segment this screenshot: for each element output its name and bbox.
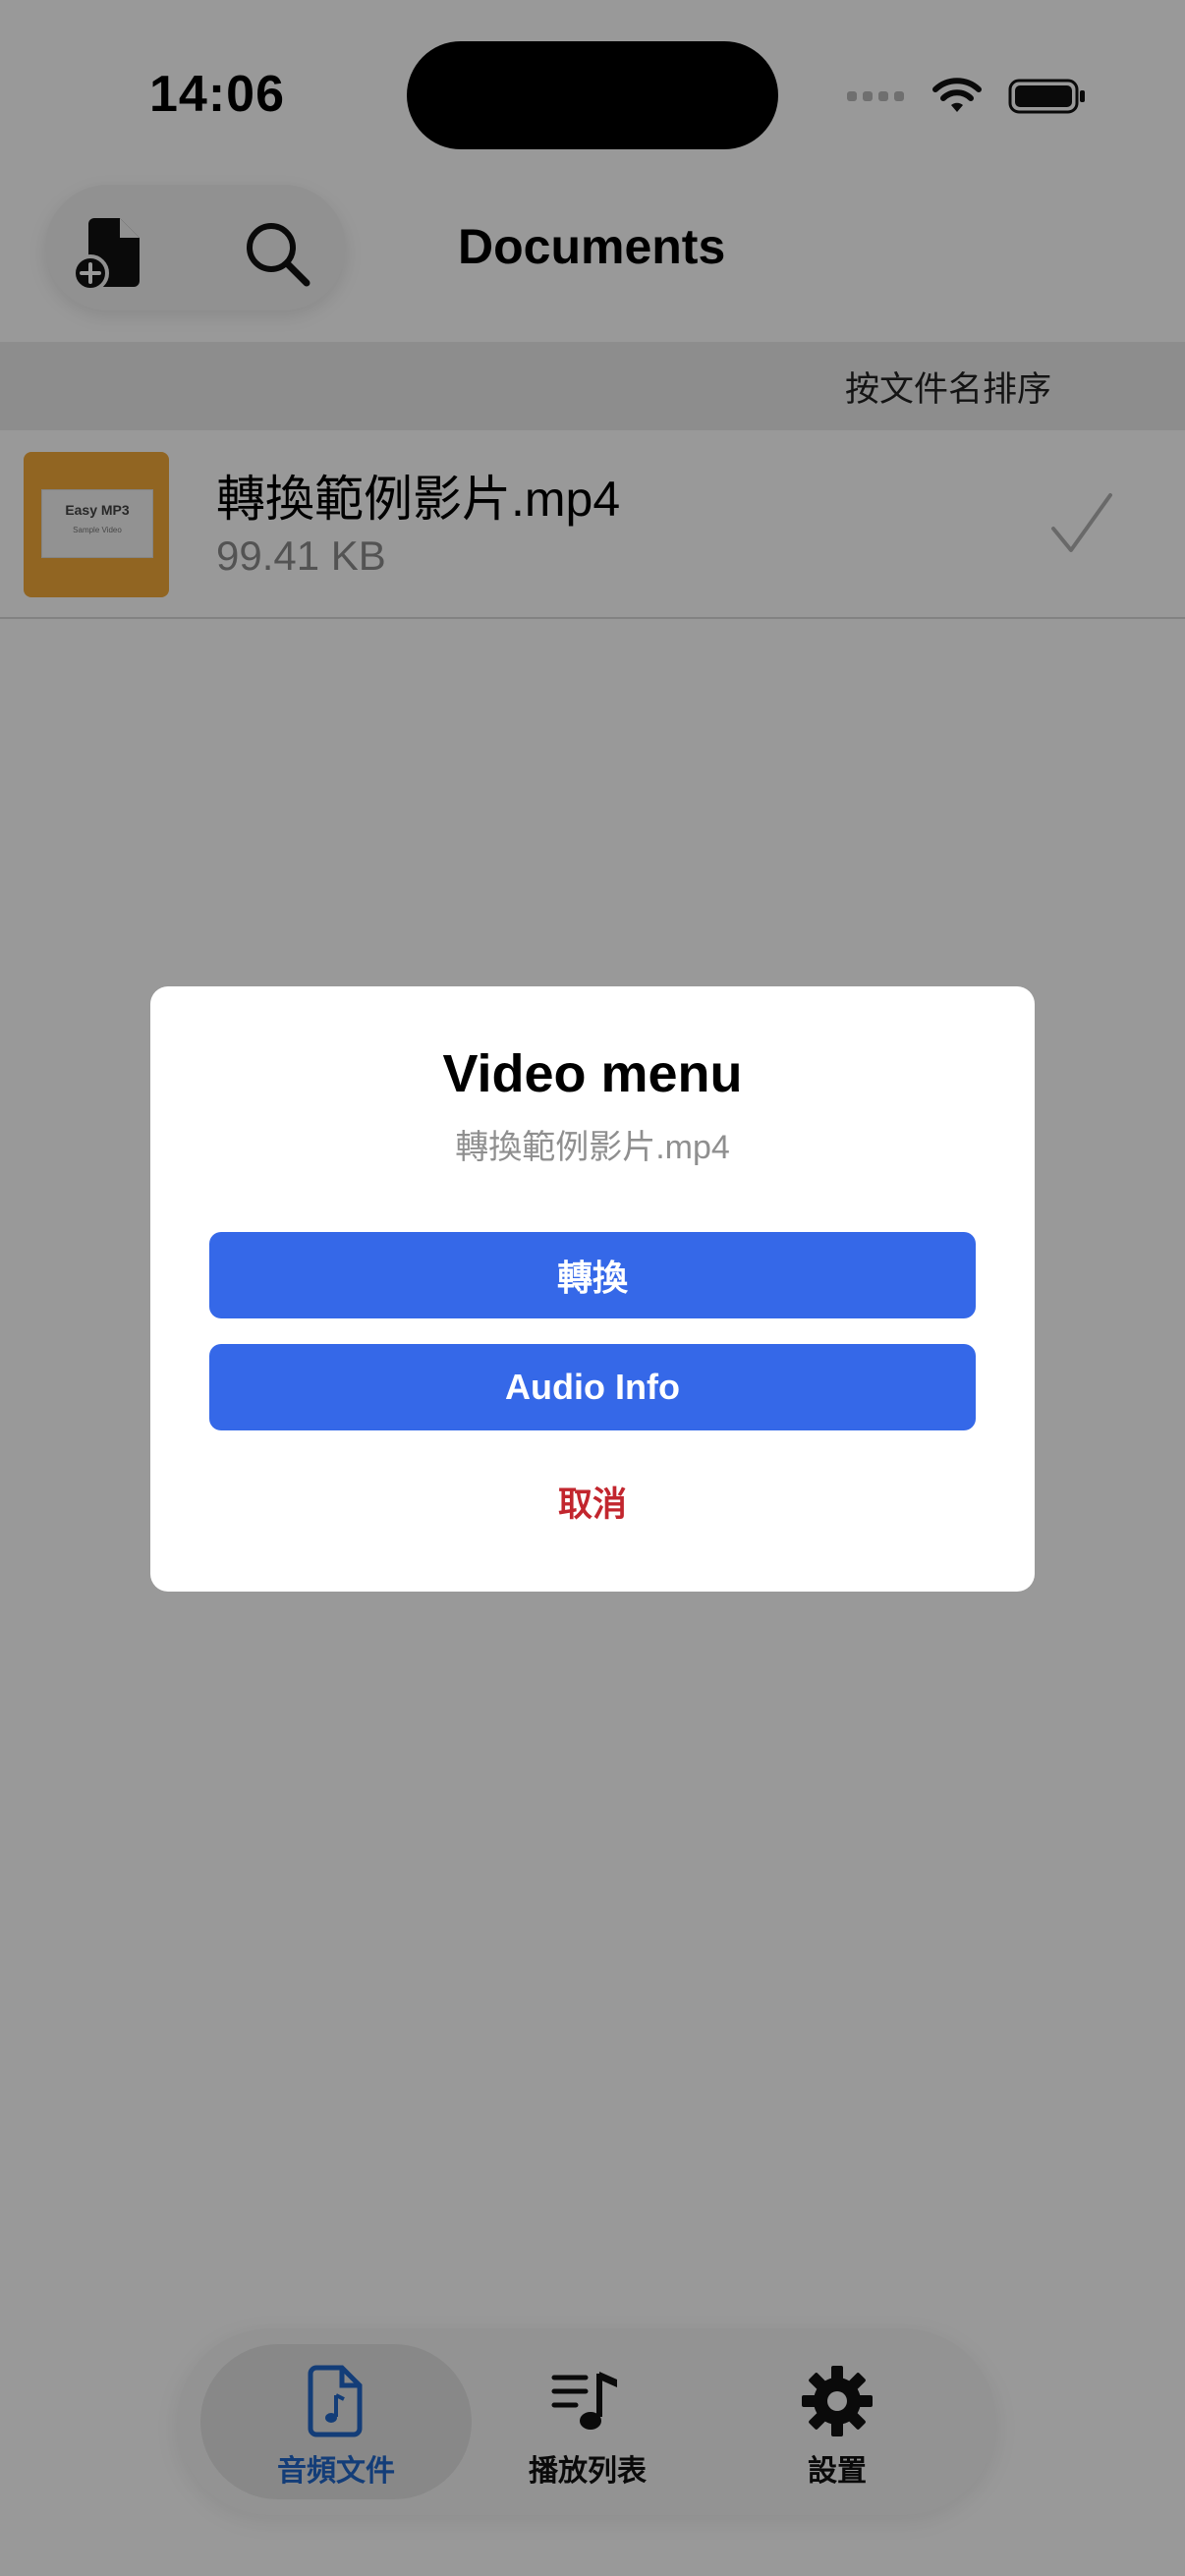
dialog-title: Video menu — [442, 1044, 743, 1103]
screen: 14:06 Documents 按文件名排序 Easy MP3 Sample V… — [0, 0, 1185, 2576]
video-menu-dialog: Video menu 轉換範例影片.mp4 轉換 Audio Info 取消 — [150, 986, 1035, 1592]
cancel-button[interactable]: 取消 — [209, 1474, 976, 1537]
dialog-subtitle: 轉換範例影片.mp4 — [455, 1129, 730, 1166]
audio-info-button[interactable]: Audio Info — [209, 1344, 976, 1430]
convert-button[interactable]: 轉換 — [209, 1232, 976, 1318]
